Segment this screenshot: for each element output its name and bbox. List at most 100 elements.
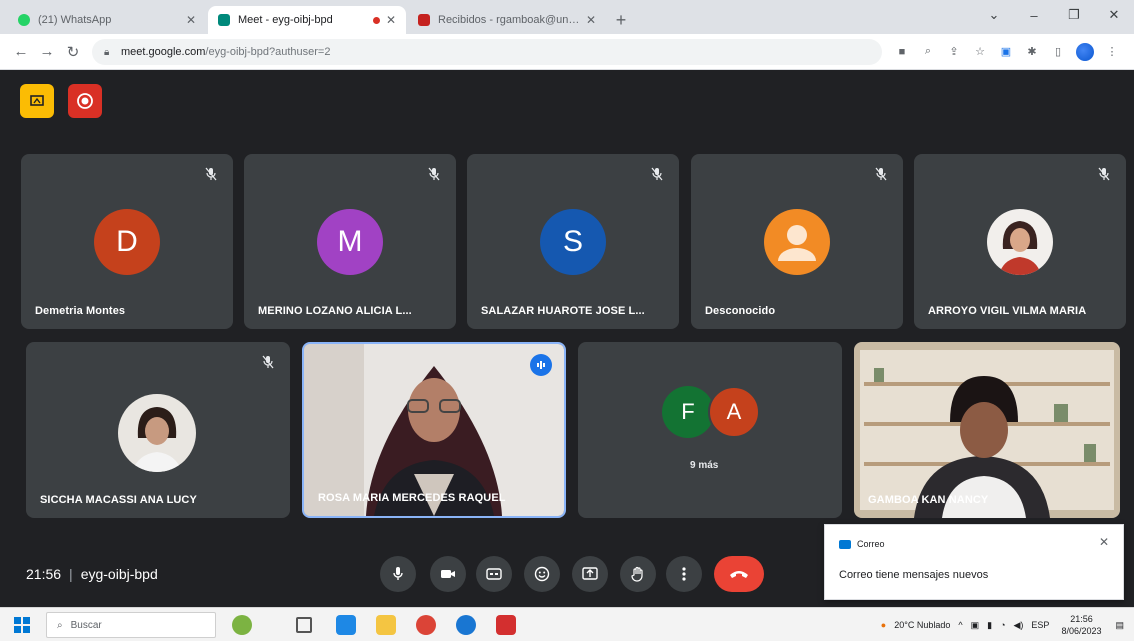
weather-widget-icon[interactable] <box>232 615 252 635</box>
recording-button[interactable] <box>68 84 102 118</box>
participant-name: GAMBOA KAN NANCY <box>868 494 989 506</box>
notification-header: Correo <box>839 539 885 549</box>
weather-text[interactable]: 20°C Nublado <box>894 620 950 630</box>
avatar: F <box>662 386 714 438</box>
more-options-button[interactable] <box>666 556 702 592</box>
windows-taskbar: ⌕ Buscar ● 20°C Nublado ^ ▣ ▮ ◔ ◀) ESP 2… <box>0 607 1134 641</box>
participant-name: ROSA MARIA MERCEDES RAQUEL <box>318 492 506 504</box>
close-icon[interactable]: ✕ <box>186 13 196 27</box>
extensions-area: ■ ⌕ ⇪ ☆ ▣ ✱ ▯ ⋮ <box>894 42 1120 61</box>
raise-hand-button[interactable] <box>620 556 656 592</box>
chevron-down-icon[interactable]: ⌄ <box>974 0 1014 30</box>
avatar <box>987 209 1053 275</box>
sidebar-icon[interactable]: ▯ <box>1050 44 1066 60</box>
star-icon[interactable]: ☆ <box>972 44 988 60</box>
participant-video <box>304 344 564 516</box>
task-view-icon[interactable] <box>296 617 312 633</box>
participant-name: MERINO LOZANO ALICIA L... <box>258 305 412 317</box>
participant-tile-gamboa[interactable]: GAMBOA KAN NANCY <box>854 342 1120 518</box>
lock-icon: 🔒︎ <box>104 46 110 58</box>
profile-avatar[interactable] <box>1076 42 1094 61</box>
tab-title: (21) WhatsApp <box>38 14 112 26</box>
volume-icon[interactable]: ◀) <box>1014 620 1024 631</box>
restore-icon[interactable]: ❐ <box>1054 0 1094 30</box>
tab-meet[interactable]: Meet - eyg-oibj-bpd ✕ <box>208 6 406 34</box>
edge-icon[interactable] <box>336 615 356 635</box>
participant-tile-rosa-maria[interactable]: ROSA MARIA MERCEDES RAQUEL <box>302 342 566 518</box>
avatar: A <box>708 386 760 438</box>
close-icon[interactable]: ✕ <box>1099 535 1109 549</box>
mic-off-icon <box>260 354 276 370</box>
taskbar-search-input[interactable]: ⌕ Buscar <box>46 612 216 638</box>
reactions-button[interactable] <box>524 556 560 592</box>
address-bar[interactable]: 🔒︎ meet.google.com/eyg-oibj-bpd?authuser… <box>92 38 882 65</box>
media-app-icon[interactable] <box>496 615 516 635</box>
mic-off-icon <box>1096 166 1112 182</box>
new-tab-button[interactable]: + <box>608 6 634 34</box>
close-icon[interactable]: ✕ <box>386 13 396 27</box>
tab-whatsapp[interactable]: (21) WhatsApp ✕ <box>8 6 206 34</box>
emoji-icon <box>534 566 550 582</box>
forward-icon[interactable]: → <box>34 39 60 65</box>
tab-gmail[interactable]: Recibidos - rgamboak@unac.e ✕ <box>408 6 606 34</box>
tab-title: Recibidos - rgamboak@unac.e <box>438 14 580 26</box>
minimize-icon[interactable]: – <box>1014 0 1054 30</box>
more-vertical-icon <box>682 567 686 581</box>
participant-tile-salazar[interactable]: S SALAZAR HUAROTE JOSE L... <box>467 154 679 329</box>
system-tray: ● 20°C Nublado ^ ▣ ▮ ◔ ◀) ESP 21:56 8/06… <box>873 608 1134 641</box>
camera-button[interactable] <box>430 556 466 592</box>
weather-icon: ● <box>880 620 887 630</box>
activities-button[interactable] <box>20 84 54 118</box>
share-icon[interactable]: ⇪ <box>946 44 962 60</box>
close-window-icon[interactable]: ✕ <box>1094 0 1134 30</box>
leave-call-button[interactable] <box>714 556 764 592</box>
wifi-icon[interactable]: ◔ <box>1000 620 1005 630</box>
meeting-code: eyg-oibj-bpd <box>80 566 158 582</box>
url-host: meet.google.com <box>121 45 206 58</box>
more-participants-count: 9 más <box>690 460 719 471</box>
windows-start-icon[interactable] <box>14 617 30 633</box>
zoom-icon[interactable]: ⌕ <box>920 44 936 60</box>
meeting-time: 21:56 <box>26 566 62 582</box>
participant-name: Desconocido <box>705 305 776 317</box>
extension-icon[interactable]: ▣ <box>998 44 1014 60</box>
battery-icon[interactable]: ▮ <box>987 620 992 631</box>
speaking-indicator-icon <box>530 354 552 376</box>
more-participants-tile[interactable]: F A 9 más <box>578 342 842 518</box>
video-camera-icon <box>441 570 455 578</box>
whiteboard-icon <box>30 95 44 106</box>
participant-tile-arroyo[interactable]: ARROYO VIGIL VILMA MARIA <box>914 154 1126 329</box>
participant-name: SICCHA MACASSI ANA LUCY <box>40 494 197 506</box>
close-icon[interactable]: ✕ <box>586 13 596 27</box>
browser-toolbar: ← → ↻ 🔒︎ meet.google.com/eyg-oibj-bpd?au… <box>0 34 1134 70</box>
back-icon[interactable]: ← <box>8 39 34 65</box>
mail-notification[interactable]: Correo ✕ Correo tiene mensajes nuevos <box>824 524 1124 600</box>
tray-icon[interactable]: ▣ <box>971 620 980 631</box>
reload-icon[interactable]: ↻ <box>60 39 86 65</box>
browser-tab-strip: (21) WhatsApp ✕ Meet - eyg-oibj-bpd ✕ Re… <box>0 0 1134 34</box>
search-icon: ⌕ <box>57 619 63 631</box>
participant-tile-siccha[interactable]: SICCHA MACASSI ANA LUCY <box>26 342 290 518</box>
chevron-up-icon[interactable]: ^ <box>958 620 962 630</box>
menu-dots-icon[interactable]: ⋮ <box>1104 44 1120 60</box>
clock-time: 21:56 <box>1070 614 1093 624</box>
separator: | <box>69 566 73 582</box>
present-button[interactable] <box>572 556 608 592</box>
participant-tile-demetria[interactable]: D Demetria Montes <box>21 154 233 329</box>
chrome-icon[interactable] <box>416 615 436 635</box>
url-path: /eyg-oibj-bpd?authuser=2 <box>205 45 331 58</box>
app-icon[interactable] <box>456 615 476 635</box>
captions-button[interactable] <box>476 556 512 592</box>
clock[interactable]: 21:56 8/06/2023 <box>1061 613 1101 637</box>
participant-tile-merino[interactable]: M MERINO LOZANO ALICIA L... <box>244 154 456 329</box>
microphone-button[interactable] <box>380 556 416 592</box>
participant-tile-desconocido[interactable]: Desconocido <box>691 154 903 329</box>
meeting-info: 21:56 | eyg-oibj-bpd <box>26 566 158 582</box>
notification-center-icon[interactable]: ▤ <box>1115 620 1124 631</box>
language-indicator[interactable]: ESP <box>1031 620 1049 630</box>
puzzle-icon[interactable]: ✱ <box>1024 44 1040 60</box>
file-explorer-icon[interactable] <box>376 615 396 635</box>
camera-icon[interactable]: ■ <box>894 44 910 60</box>
participant-name: SALAZAR HUAROTE JOSE L... <box>481 305 645 317</box>
whatsapp-icon <box>18 14 30 26</box>
